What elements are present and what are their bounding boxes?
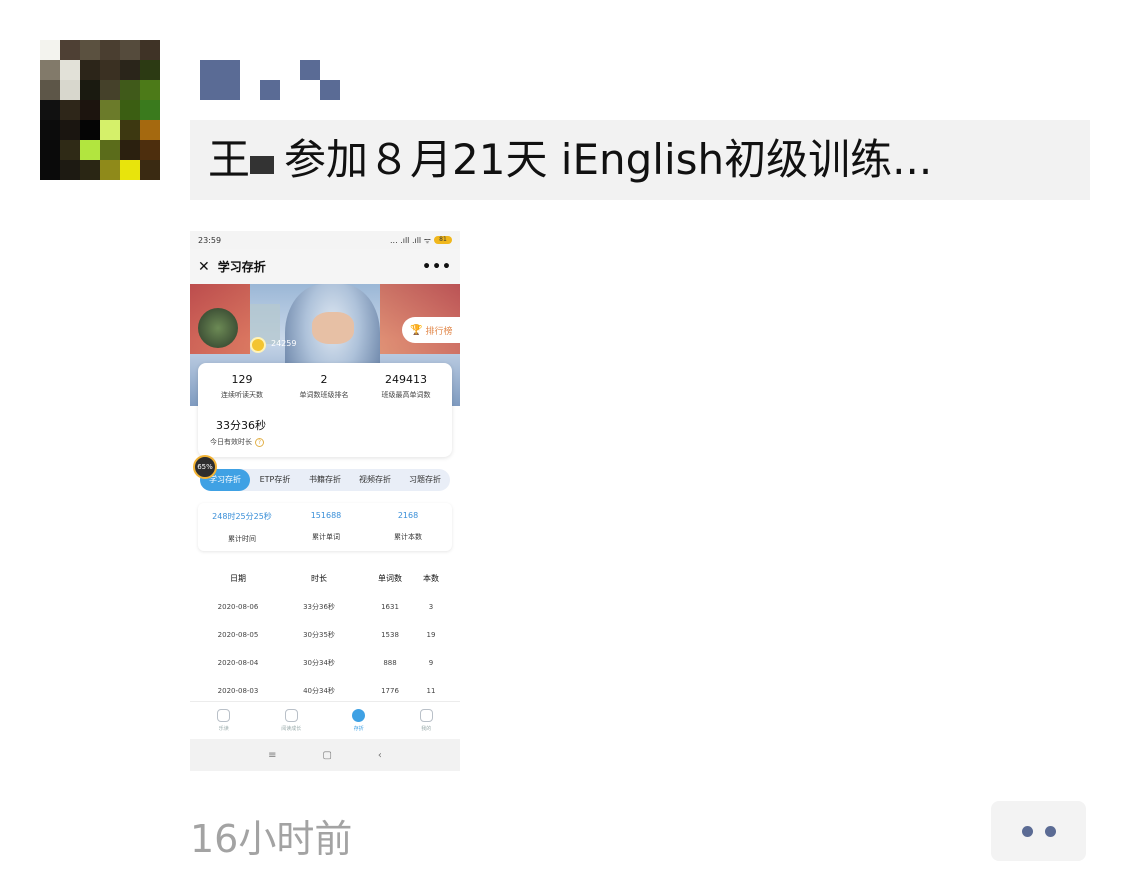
signal-icon: ... .ıll .ıll ᯤ <box>390 235 431 245</box>
stat-class-rank: 2 单词数班级排名 <box>284 373 364 400</box>
cell-duration: 33分36秒 <box>303 603 335 611</box>
cell-duration: 30分34秒 <box>303 659 335 667</box>
cell-duration: 40分34秒 <box>303 687 335 695</box>
table-row: 2020-08-06 33分36秒 1631 3 <box>198 599 452 627</box>
tab-exercise: 习题存折 <box>409 475 441 484</box>
header-books: 本数 <box>423 574 439 583</box>
total-label: 累计本数 <box>394 533 422 541</box>
today-duration: 33分36秒 今日有效时长? <box>210 417 266 447</box>
author-nickname[interactable] <box>200 58 350 102</box>
user-avatar <box>198 308 238 348</box>
cell-books: 11 <box>426 687 436 695</box>
more-dot-icon <box>1044 825 1056 837</box>
app-tabbar: 乐读 阅读成长 存折 我的 <box>190 701 460 739</box>
total-value: 2168 <box>397 511 419 520</box>
stat-class-max: 249413 班级最高单词数 <box>366 373 446 400</box>
author-avatar[interactable] <box>40 40 160 180</box>
stat-value: 129 <box>231 373 253 386</box>
help-icon: ? <box>255 438 264 447</box>
tabbar-label: 乐读 <box>218 726 229 732</box>
leaderboard-button: 🏆 排行榜 <box>402 317 460 343</box>
trophy-icon: 🏆 <box>410 324 423 336</box>
character-face <box>312 312 354 344</box>
cell-duration: 30分35秒 <box>303 631 335 639</box>
tabbar-label: 阅读成长 <box>281 726 302 732</box>
book-icon <box>284 709 298 722</box>
coin-count: 24259 <box>271 339 297 348</box>
stat-streak: 129 连续听读天数 <box>202 373 282 400</box>
tabbar-item-passbook: 存折 <box>325 702 393 739</box>
post-text: 参加８月21天 iEnglish初级训练... <box>284 135 933 184</box>
passbook-tabs: 学习存折 ETP存折 书籍存折 视频存折 习题存折 <box>200 469 450 491</box>
totals-card: 248时25分25秒 累计时间 151688 累计单词 2168 累计本数 <box>198 503 452 551</box>
table-row: 2020-08-05 30分35秒 1538 19 <box>198 627 452 655</box>
name-char: 王 <box>208 135 251 184</box>
total-label: 累计单词 <box>312 533 340 541</box>
stat-label: 班级最高单词数 <box>381 391 431 399</box>
today-label: 今日有效时长 <box>210 438 252 446</box>
post-timestamp: 16小时前 <box>190 817 353 861</box>
menu-icon: ≡ <box>268 749 277 761</box>
header-date: 日期 <box>230 574 246 583</box>
total-time: 248时25分25秒 累计时间 <box>200 511 284 544</box>
header-words: 单词数 <box>378 574 402 583</box>
cell-words: 1631 <box>381 603 399 611</box>
coin-icon <box>250 337 266 353</box>
status-time: 23:59 <box>198 235 222 245</box>
progress-badge: 65% <box>193 455 217 479</box>
post-image[interactable]: 23:59 ... .ıll .ıll ᯤ 81 ✕ 学习存折 ••• 2425… <box>190 231 460 771</box>
close-icon: ✕ <box>198 258 210 275</box>
tabbar-label: 我的 <box>421 726 432 732</box>
app-navbar: ✕ 学习存折 ••• <box>190 249 460 284</box>
total-value: 151688 <box>310 511 342 520</box>
today-value: 33分36秒 <box>216 419 266 432</box>
stat-value: 249413 <box>385 373 427 386</box>
header-duration: 时长 <box>311 574 327 583</box>
cell-books: 3 <box>428 603 434 611</box>
shared-link-title[interactable]: 王参加８月21天 iEnglish初级训练... <box>190 120 1090 200</box>
stat-label: 连续听读天数 <box>221 391 263 399</box>
battery-icon: 81 <box>434 236 452 244</box>
cell-words: 888 <box>383 659 397 667</box>
cell-date: 2020-08-06 <box>217 603 259 611</box>
cell-date: 2020-08-05 <box>217 631 259 639</box>
total-value: 248时25分25秒 <box>212 512 272 521</box>
table-header: 日期 时长 单词数 本数 <box>198 571 452 599</box>
stat-label: 单词数班级排名 <box>299 391 349 399</box>
redacted-mark <box>250 156 275 174</box>
cell-date: 2020-08-03 <box>217 687 259 695</box>
home-icon <box>217 709 231 722</box>
home-button-icon: ▢ <box>322 749 332 761</box>
system-nav-bar: ≡ ▢ ‹ <box>190 739 460 771</box>
leaderboard-label: 排行榜 <box>425 326 453 337</box>
stats-card: 129 连续听读天数 2 单词数班级排名 249413 班级最高单词数 33分3… <box>198 363 452 457</box>
cell-words: 1538 <box>381 631 399 639</box>
back-icon: ‹ <box>377 749 382 761</box>
comment-like-button[interactable] <box>991 801 1086 861</box>
cell-date: 2020-08-04 <box>217 659 259 667</box>
tab-etp: ETP存折 <box>259 475 291 484</box>
cell-books: 19 <box>426 631 436 639</box>
status-bar: 23:59 ... .ıll .ıll ᯤ 81 <box>190 231 460 249</box>
total-words: 151688 累计单词 <box>284 511 368 542</box>
profile-icon <box>419 709 433 722</box>
daily-record-table: 日期 时长 单词数 本数 2020-08-06 33分36秒 1631 3 20… <box>198 571 452 711</box>
tabbar-item-me: 我的 <box>393 702 461 739</box>
tabbar-item-growth: 阅读成长 <box>258 702 326 739</box>
cell-words: 1776 <box>381 687 399 695</box>
total-label: 累计时间 <box>228 535 256 543</box>
table-row: 2020-08-04 30分34秒 888 9 <box>198 655 452 683</box>
more-dot-icon <box>1021 825 1033 837</box>
tabbar-item-read: 乐读 <box>190 702 258 739</box>
nav-title: 学习存折 <box>217 260 266 274</box>
more-icon: ••• <box>422 258 452 275</box>
tab-books: 书籍存折 <box>309 475 341 484</box>
passbook-icon <box>352 709 366 722</box>
tabbar-label: 存折 <box>353 726 364 732</box>
tab-video: 视频存折 <box>359 475 391 484</box>
total-books: 2168 累计本数 <box>366 511 450 542</box>
cell-books: 9 <box>428 659 434 667</box>
stat-value: 2 <box>320 373 328 386</box>
